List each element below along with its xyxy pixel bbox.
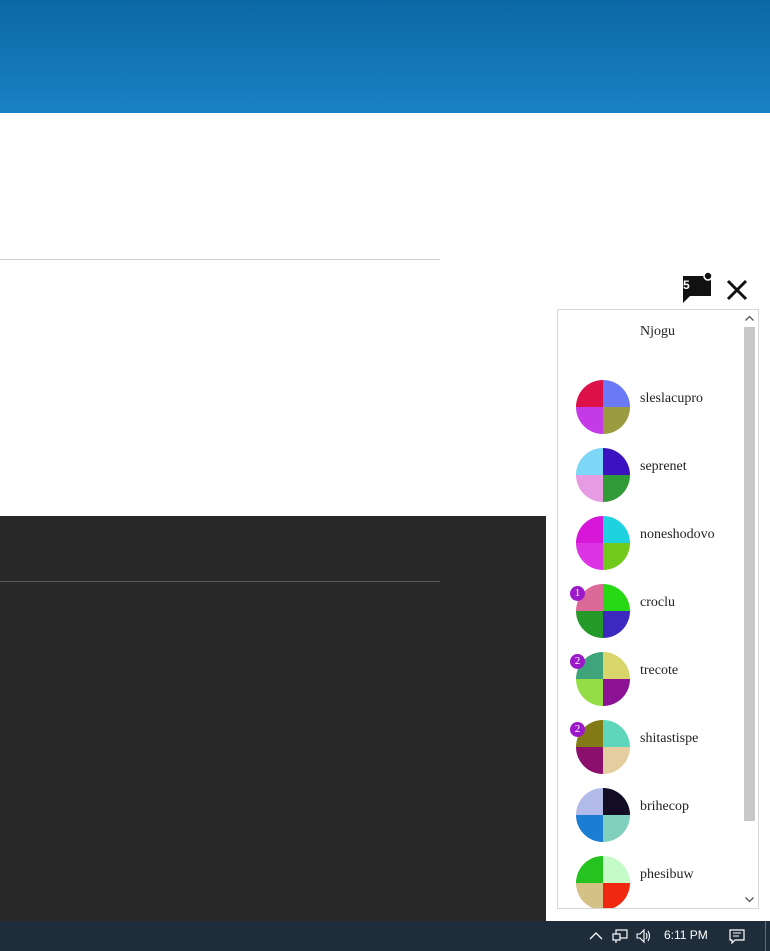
notification-icon[interactable]: [729, 928, 745, 944]
chevron-down-icon: [745, 897, 754, 903]
contact-name: shitastispe: [640, 731, 699, 746]
volume-icon[interactable]: [636, 928, 652, 944]
divider: [0, 259, 440, 260]
network-icon[interactable]: [612, 928, 628, 944]
unread-badge: 1: [570, 586, 585, 601]
unread-badge: 2: [570, 654, 585, 669]
site-header: [0, 0, 770, 113]
chat-unread-count: 5: [683, 278, 690, 292]
contact-item[interactable]: sleslacupro: [576, 380, 746, 436]
chat-contact-list[interactable]: Njogu sleslacupro seprenet noneshodovo 1 croc…: [557, 309, 759, 909]
contact-name: trecote: [640, 663, 679, 678]
chevron-up-icon: [745, 315, 754, 321]
show-desktop-button[interactable]: [765, 921, 770, 951]
taskbar-clock[interactable]: 6:11 PM: [664, 928, 708, 942]
contact-item[interactable]: phesibuw: [576, 856, 746, 908]
scroll-up-button[interactable]: [741, 310, 758, 327]
contact-name: Njogu: [640, 324, 675, 339]
footer-divider: [0, 581, 440, 582]
close-chat-button[interactable]: [724, 277, 750, 303]
contact-item[interactable]: seprenet: [576, 448, 746, 504]
contact-item[interactable]: 2 shitastispe: [570, 720, 746, 776]
contact-name: seprenet: [640, 459, 687, 474]
taskbar: 6:11 PM: [0, 921, 770, 951]
contact-name: sleslacupro: [640, 391, 703, 406]
contact-item[interactable]: Njogu: [576, 313, 746, 369]
close-icon: [726, 279, 748, 301]
contact-name: noneshodovo: [640, 527, 715, 542]
contact-name: phesibuw: [640, 867, 694, 882]
chat-toggle-button[interactable]: 5: [681, 272, 715, 304]
contact-item[interactable]: 2 trecote: [570, 652, 746, 708]
scroll-thumb[interactable]: [744, 327, 755, 821]
contact-item[interactable]: noneshodovo: [576, 516, 746, 572]
avatar: [576, 380, 630, 434]
contact-item[interactable]: brihecop: [576, 788, 746, 844]
contact-name: croclu: [640, 595, 675, 610]
avatar: [576, 313, 630, 367]
avatar: [576, 856, 630, 908]
chevron-up-icon[interactable]: [588, 928, 604, 944]
scroll-down-button[interactable]: [741, 891, 758, 908]
contact-name: brihecop: [640, 799, 689, 814]
avatar: [576, 516, 630, 570]
unread-badge: 2: [570, 722, 585, 737]
scrollbar[interactable]: [741, 310, 758, 908]
avatar: [576, 788, 630, 842]
contact-item[interactable]: 1 croclu: [570, 584, 746, 640]
avatar: [576, 448, 630, 502]
site-footer: [0, 516, 546, 921]
